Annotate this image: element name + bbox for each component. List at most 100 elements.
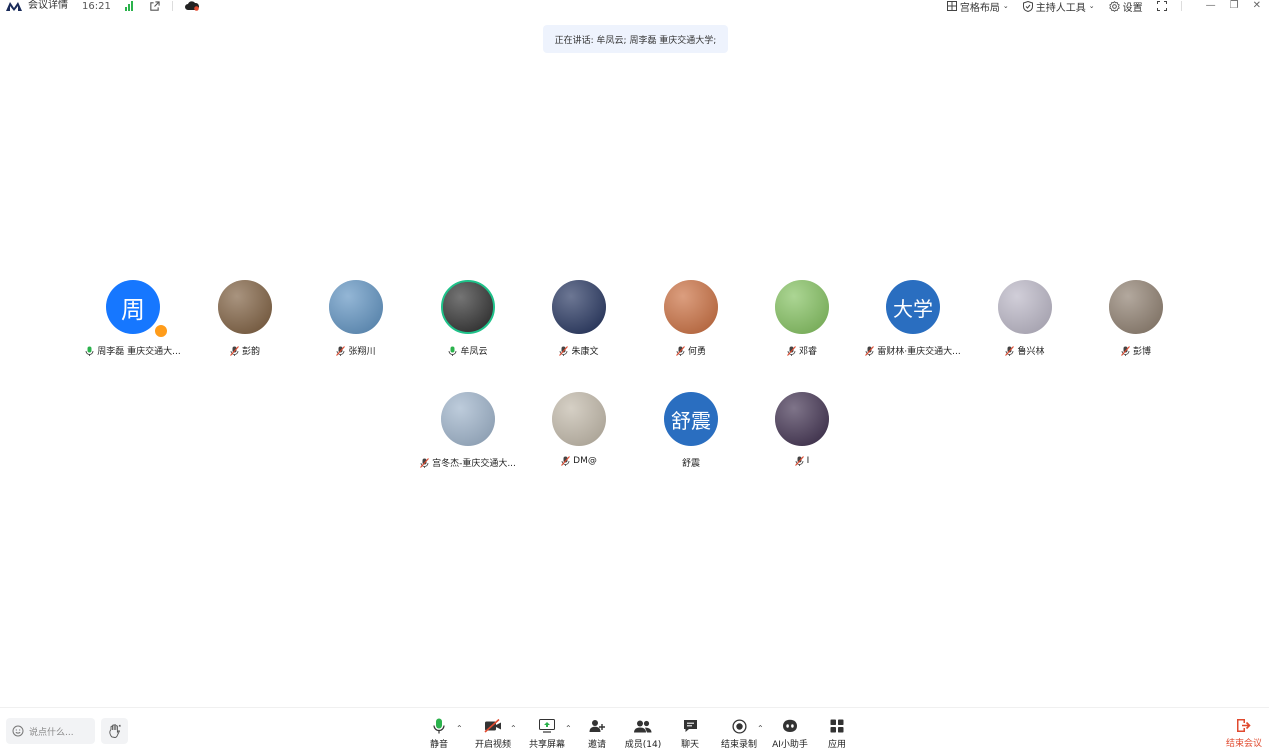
share-link-icon[interactable] [149, 0, 160, 12]
share-label: 共享屏幕 [528, 740, 565, 750]
top-right-group: 宫格布局 ⌄ 主持人工具 ⌄ 设置 — ❐ ✕ [946, 0, 1261, 14]
participant-tile[interactable]: 彭博 [1080, 280, 1192, 370]
avatar[interactable] [775, 392, 829, 446]
video-options-chevron-icon[interactable]: ⌃ [510, 724, 517, 733]
recording-options-chevron-icon[interactable]: ⌃ [757, 724, 764, 733]
mute-button[interactable]: 静音 [414, 718, 464, 750]
participant-name-row: 何勇 [676, 344, 706, 357]
apps-grid-icon [830, 719, 844, 733]
participant-tile[interactable]: 周周李磊 重庆交通大... [77, 280, 189, 370]
ai-assistant-label: AI小助手 [772, 740, 808, 750]
participant-name-row: 宫冬杰-重庆交通大... [420, 456, 516, 469]
microphone-muted-icon [865, 345, 875, 356]
participant-name: I [806, 456, 810, 466]
microphone-muted-icon [230, 345, 239, 356]
participant-name-row: 邓睿 [787, 344, 817, 357]
participant-tile[interactable]: DM@ [523, 392, 635, 482]
avatar-initials: 周 [121, 295, 145, 324]
minimize-icon[interactable]: — [1206, 1, 1216, 11]
avatar-photo [664, 280, 718, 334]
participant-tile[interactable]: 大学雷财林·重庆交通大... [857, 280, 969, 370]
invite-button[interactable]: 邀请 [572, 718, 622, 750]
participant-name-row: 彭博 [1121, 344, 1151, 357]
avatar-photo [552, 280, 606, 334]
stop-recording-button[interactable]: 结束录制 [714, 718, 764, 750]
apps-button[interactable]: 应用 [812, 718, 862, 750]
chat-button[interactable]: 聊天 [665, 718, 715, 750]
start-video-button[interactable]: 开启视频 [468, 718, 518, 750]
top-left-group: 会议详情 16:21 [6, 0, 199, 12]
fullscreen-icon[interactable] [1156, 1, 1167, 11]
avatar[interactable] [441, 392, 495, 446]
settings-button[interactable]: 设置 [1108, 0, 1143, 14]
members-button[interactable]: 成员(14) [618, 718, 668, 750]
mute-label: 静音 [429, 740, 448, 750]
participant-tile[interactable]: 牟凤云 [412, 280, 524, 370]
meeting-details-link[interactable]: 会议详情 [28, 0, 68, 12]
participant-tile[interactable]: 张翔川 [300, 280, 412, 370]
avatar[interactable] [1109, 280, 1163, 334]
participant-tile[interactable]: 宫冬杰-重庆交通大... [412, 392, 524, 482]
chevron-down-icon: ⌄ [1002, 2, 1009, 10]
avatar[interactable] [552, 392, 606, 446]
microphone-muted-icon [1121, 345, 1130, 356]
avatar[interactable] [664, 280, 718, 334]
host-tools-button[interactable]: 主持人工具 ⌄ [1022, 0, 1095, 14]
participant-name: 舒震 [681, 459, 700, 469]
ai-robot-icon [783, 719, 797, 732]
end-meeting-button[interactable]: 结束会议 [1222, 718, 1266, 750]
emoji-icon[interactable] [12, 725, 24, 737]
avatar-photo [443, 282, 493, 332]
end-meeting-label: 结束会议 [1225, 739, 1262, 749]
grid-layout-icon [946, 1, 957, 11]
participant-name: 周李磊 重庆交通大... [97, 347, 181, 357]
participant-name-row: 牟凤云 [448, 344, 488, 357]
avatar[interactable] [441, 280, 495, 334]
participant-name: 张翔川 [348, 347, 376, 357]
divider [1180, 1, 1182, 11]
restore-icon[interactable]: ❐ [1230, 1, 1239, 11]
avatar[interactable] [775, 280, 829, 334]
avatar[interactable]: 舒震 [664, 392, 718, 446]
participant-name: 鲁兴林 [1017, 347, 1045, 357]
stop-recording-label: 结束录制 [720, 740, 757, 750]
ai-assistant-button[interactable]: AI小助手 [765, 718, 815, 750]
grid-layout-button[interactable]: 宫格布局 ⌄ [946, 0, 1009, 14]
avatar[interactable] [998, 280, 1052, 334]
host-tools-label: 主持人工具 [1035, 2, 1086, 14]
close-icon[interactable]: ✕ [1253, 1, 1261, 11]
apps-label: 应用 [827, 740, 846, 750]
avatar[interactable] [552, 280, 606, 334]
avatar[interactable]: 大学 [886, 280, 940, 334]
signal-strength-icon[interactable] [124, 1, 133, 11]
avatar[interactable]: 周 [106, 280, 160, 334]
participant-tile[interactable]: 彭韵 [189, 280, 301, 370]
participant-tile[interactable]: 何勇 [635, 280, 747, 370]
participant-tile[interactable]: 舒震 舒震 [635, 392, 747, 482]
participant-name-row: 鲁兴林 [1005, 344, 1045, 357]
participant-name-row: 雷财林·重庆交通大... [865, 344, 961, 357]
raise-hand-button[interactable] [101, 718, 128, 744]
participant-tile[interactable]: 邓睿 [746, 280, 858, 370]
share-screen-button[interactable]: 共享屏幕 [522, 718, 572, 750]
avatar[interactable] [329, 280, 383, 334]
participant-name: 彭博 [1132, 347, 1151, 357]
share-options-chevron-icon[interactable]: ⌃ [565, 724, 572, 733]
recording-cloud-icon[interactable] [184, 1, 199, 11]
avatar[interactable] [218, 280, 272, 334]
participant-tile[interactable]: 鲁兴林 [969, 280, 1081, 370]
shield-icon [1022, 0, 1033, 12]
video-off-icon [484, 719, 501, 733]
quick-chat-input[interactable]: 说点什么... [6, 718, 95, 744]
share-screen-icon [539, 719, 555, 733]
participant-tile[interactable]: 朱康文 [523, 280, 635, 370]
microphone-muted-icon [336, 345, 346, 356]
participant-name: 何勇 [687, 347, 706, 357]
microphone-muted-icon [676, 345, 685, 356]
avatar-initials: 大学 [893, 296, 933, 321]
mute-options-chevron-icon[interactable]: ⌃ [456, 724, 463, 733]
speaking-indicator: 正在讲话: 牟凤云; 周李磊 重庆交通大学; [543, 25, 728, 53]
record-icon [731, 718, 747, 734]
participant-tile[interactable]: I [746, 392, 858, 482]
participant-name: 牟凤云 [460, 347, 488, 357]
